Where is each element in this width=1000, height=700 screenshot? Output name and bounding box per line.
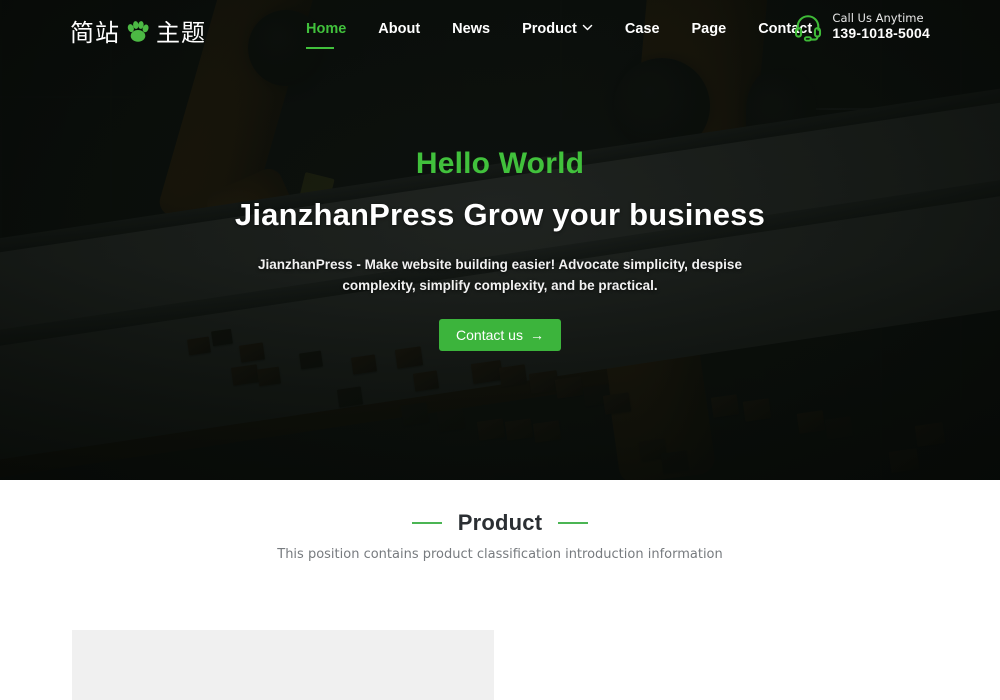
chevron-down-icon: [582, 22, 593, 36]
product-card[interactable]: [72, 630, 494, 700]
contact-text-group: Call Us Anytime 139-1018-5004: [832, 11, 930, 43]
site-header: 简站 主题 Home About News Product Case Page …: [0, 0, 1000, 58]
nav-item-label: Case: [624, 21, 660, 37]
headset-icon: [793, 12, 823, 42]
hero-title: JianzhanPress Grow your business: [234, 197, 766, 233]
nav-item-label: Home: [306, 21, 347, 37]
nav-item-label: Page: [691, 21, 727, 37]
nav-item-case[interactable]: Case: [609, 0, 676, 58]
nav-item-product[interactable]: Product: [506, 0, 609, 58]
nav-item-home[interactable]: Home: [306, 0, 362, 58]
hero-kicker: Hello World: [415, 147, 585, 181]
header-contact-block[interactable]: Call Us Anytime 139-1018-5004: [793, 11, 930, 43]
hero-content: Hello World JianzhanPress Grow your busi…: [0, 0, 1000, 480]
contact-label: Call Us Anytime: [832, 11, 924, 25]
contact-us-button[interactable]: Contact us →: [439, 318, 561, 351]
heading-dash-left-icon: [411, 522, 442, 524]
contact-us-button-label: Contact us: [456, 326, 523, 343]
arrow-right-icon: →: [529, 326, 544, 343]
hero-banner: KUKA: [0, 0, 1000, 480]
paw-print-icon: [125, 18, 151, 44]
nav-item-label: News: [452, 21, 491, 37]
logo-text-left: 简站: [70, 19, 120, 47]
contact-phone-number[interactable]: 139-1018-5004: [832, 25, 930, 43]
site-logo[interactable]: 简站 主题: [70, 13, 206, 48]
main-navigation: Home About News Product Case Page Contac…: [306, 0, 828, 58]
nav-item-about[interactable]: About: [362, 0, 436, 58]
heading-dash-right-icon: [558, 522, 589, 524]
nav-item-label: Product: [522, 21, 577, 37]
logo-text-right: 主题: [156, 19, 206, 47]
product-section-subtitle: This position contains product classific…: [277, 547, 723, 562]
product-section: Product This position contains product c…: [0, 480, 1000, 700]
page-root: KUKA: [0, 0, 1000, 700]
nav-item-news[interactable]: News: [436, 0, 506, 58]
nav-item-label: About: [378, 21, 421, 37]
nav-item-page[interactable]: Page: [676, 0, 743, 58]
product-card-row: [72, 630, 938, 700]
hero-subtitle: JianzhanPress - Make website building ea…: [258, 257, 742, 293]
product-section-heading: Product: [0, 510, 1000, 536]
active-nav-underline: [306, 46, 334, 49]
product-section-title: Product: [457, 510, 543, 535]
